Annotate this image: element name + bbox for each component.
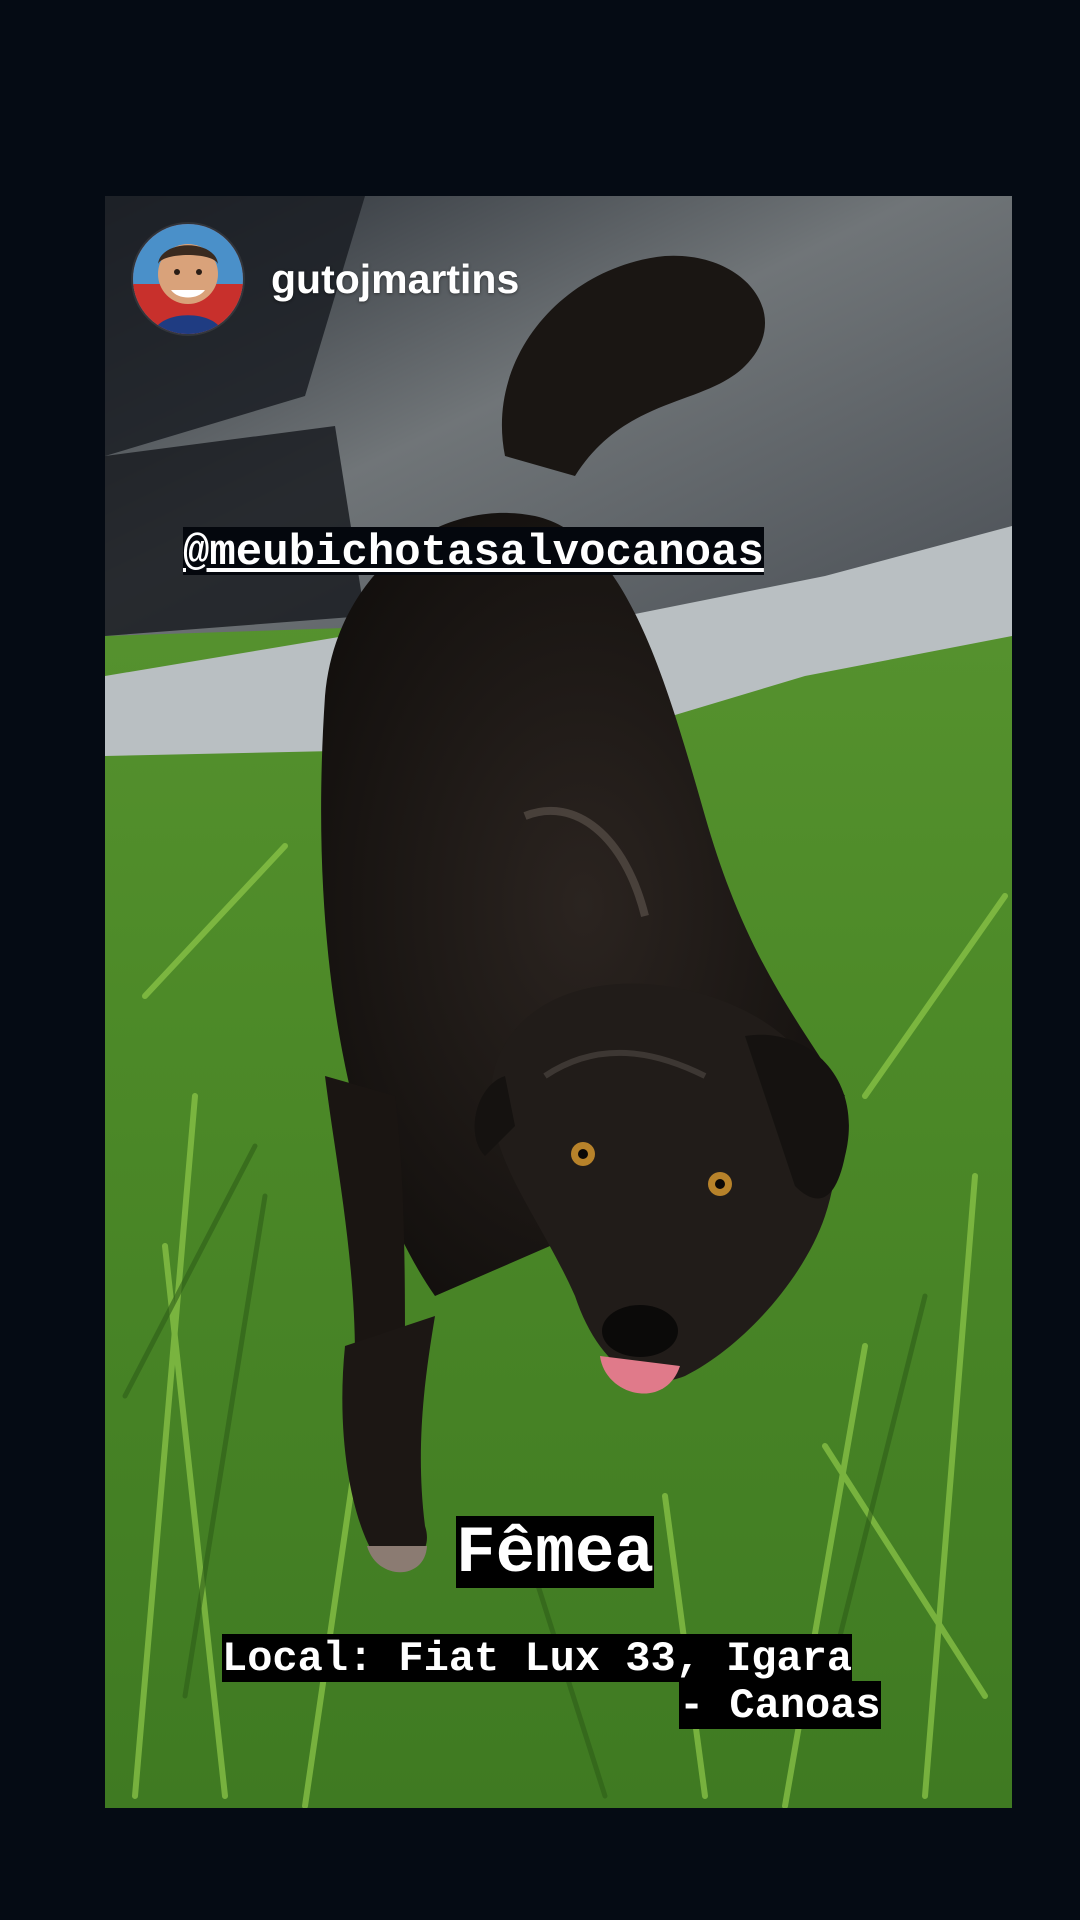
avatar[interactable]: [133, 224, 243, 334]
story-viewer[interactable]: gutojmartins @meubichotasalvocanoas Fême…: [0, 0, 1080, 1920]
profile-photo-icon: [133, 224, 243, 334]
mention-sticker[interactable]: @meubichotasalvocanoas: [183, 527, 764, 577]
caption-location-line2: - Canoas: [679, 1681, 881, 1730]
story-header: gutojmartins: [133, 224, 519, 334]
caption-sex: Fêmea: [456, 1516, 655, 1591]
caption-location-line1: Local: Fiat Lux 33, Igara: [222, 1634, 853, 1683]
username[interactable]: gutojmartins: [271, 256, 519, 303]
